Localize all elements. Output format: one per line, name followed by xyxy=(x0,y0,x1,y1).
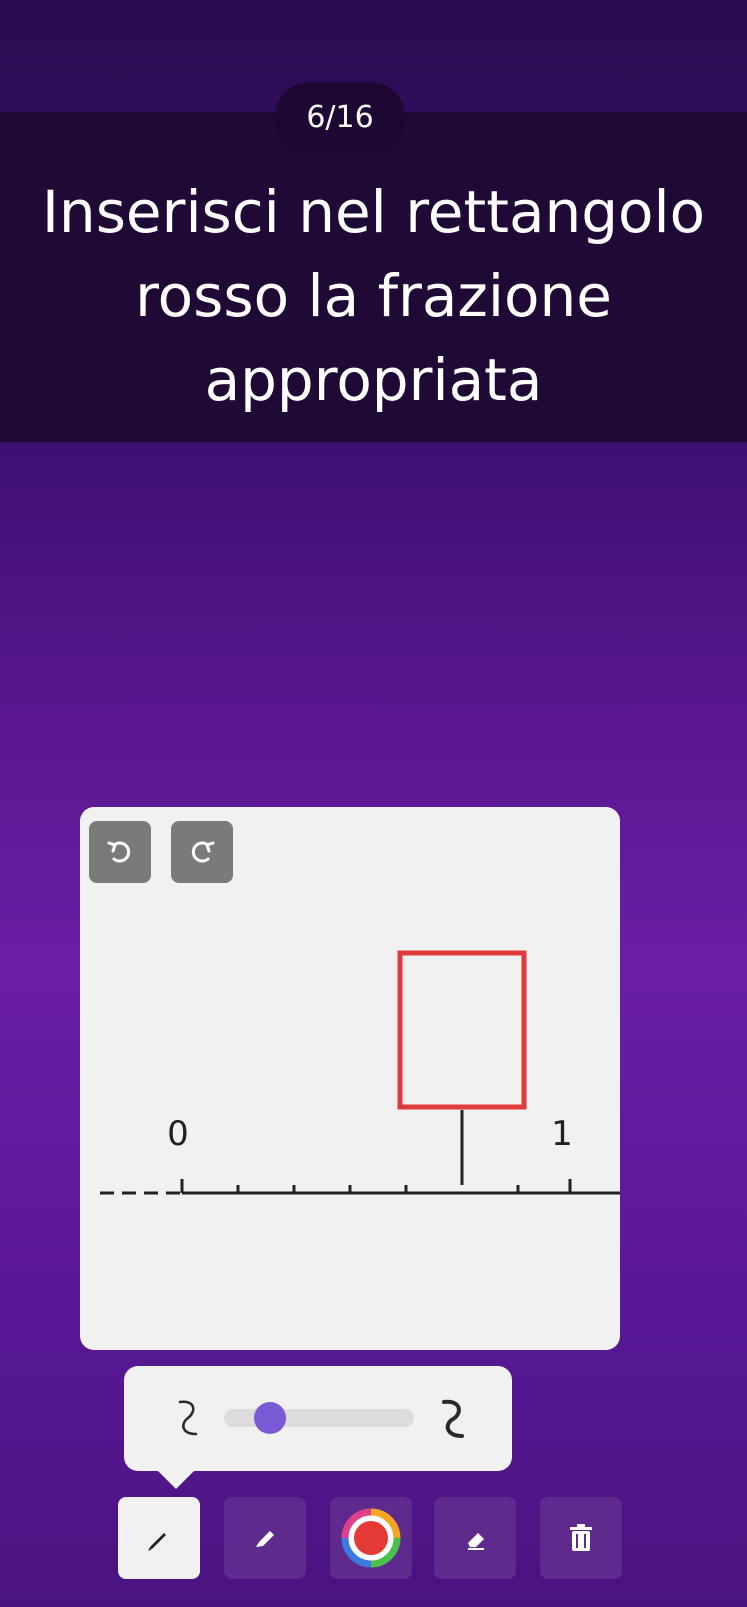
eraser-icon xyxy=(468,1533,484,1550)
brush-size-track[interactable] xyxy=(224,1409,414,1427)
pencil-icon xyxy=(148,1533,166,1551)
label-one: 1 xyxy=(551,1114,573,1154)
marker-tool-button[interactable] xyxy=(224,1497,306,1579)
drawing-canvas[interactable]: 0 1 xyxy=(80,807,620,1350)
marker-icon xyxy=(256,1531,274,1547)
question-text: Inserisci nel rettangolo rosso la frazio… xyxy=(41,178,706,414)
label-zero: 0 xyxy=(167,1114,189,1154)
progress-text: 6/16 xyxy=(306,99,374,135)
brush-size-panel xyxy=(124,1366,512,1489)
panel-pointer xyxy=(156,1469,196,1489)
number-line: 0 1 xyxy=(100,950,620,1195)
answer-box xyxy=(397,950,527,1110)
pencil-tool-button[interactable] xyxy=(118,1497,200,1579)
clear-button[interactable] xyxy=(540,1497,622,1579)
thin-stroke-icon[interactable] xyxy=(176,1396,200,1440)
color-tool-button[interactable] xyxy=(330,1497,412,1579)
color-wheel-icon xyxy=(341,1508,401,1568)
thick-stroke-icon[interactable] xyxy=(440,1396,466,1442)
eraser-tool-button[interactable] xyxy=(434,1497,516,1579)
brush-size-knob[interactable] xyxy=(254,1402,286,1434)
progress-counter: 6/16 xyxy=(275,82,405,152)
trash-icon xyxy=(570,1524,592,1551)
